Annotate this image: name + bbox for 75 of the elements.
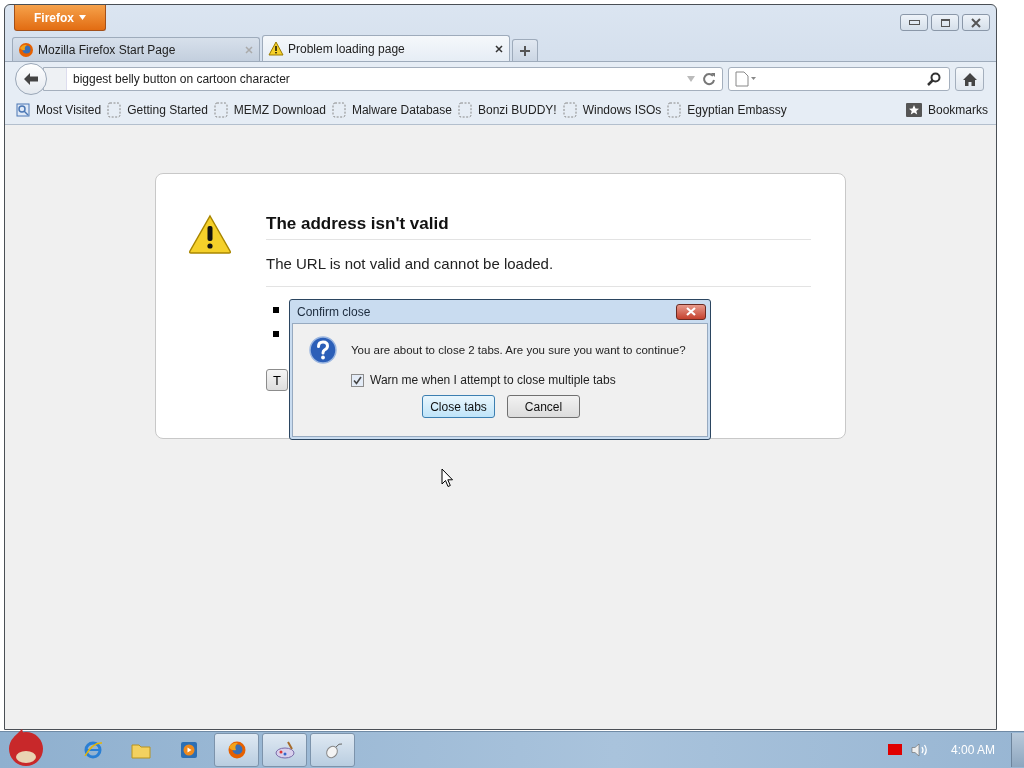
globe-icon	[82, 740, 103, 761]
list-bullet	[273, 331, 279, 337]
taskbar-app-button[interactable]	[262, 733, 307, 768]
palette-icon	[273, 740, 296, 761]
close-button[interactable]	[676, 303, 706, 320]
warning-icon	[268, 41, 284, 56]
bookmark-label: MEMZ Download	[233, 103, 326, 117]
bookmark-label: Bonzi BUDDY!	[477, 103, 557, 117]
bookmark-item[interactable]: Windows ISOs	[562, 102, 662, 118]
tab-title: Problem loading page	[288, 41, 406, 56]
site-identity-icon	[44, 68, 67, 90]
blank-page-icon	[562, 102, 577, 118]
star-icon	[905, 103, 922, 117]
question-icon	[309, 336, 337, 364]
bookmark-item[interactable]: MEMZ Download	[213, 102, 326, 118]
bookmark-item[interactable]: Egyptian Embassy	[667, 102, 787, 118]
bookmark-item[interactable]: Most Visited	[16, 103, 102, 117]
folder-icon	[130, 741, 151, 760]
close-icon[interactable]	[495, 44, 503, 53]
bookmark-label: Malware Database	[351, 103, 452, 117]
tab-title: Mozilla Firefox Start Page	[38, 42, 177, 57]
home-button[interactable]	[955, 67, 984, 91]
firefox-logo-icon	[18, 41, 34, 58]
mouse-cursor-icon	[441, 468, 454, 488]
home-icon	[961, 71, 978, 87]
bookmark-label: Most Visited	[36, 103, 102, 117]
new-tab-button[interactable]	[512, 39, 538, 61]
blank-page-icon	[331, 102, 346, 118]
address-bar[interactable]: biggest belly button on cartoon character	[43, 67, 723, 91]
page-icon[interactable]	[735, 71, 757, 87]
blank-page-icon	[667, 102, 682, 118]
browser-tab[interactable]: Mozilla Firefox Start Page	[12, 37, 260, 61]
bookmark-item[interactable]: Getting Started	[107, 102, 208, 118]
dialog-title: Confirm close	[297, 304, 371, 319]
dialog-button[interactable]: Cancel	[507, 395, 580, 418]
bookmarks-menu-button[interactable]: Bookmarks	[905, 103, 988, 117]
dialog-message: You are about to close 2 tabs. Are you sure you want to continue?	[351, 344, 686, 356]
browser-tab[interactable]: Problem loading page	[262, 35, 510, 61]
dialog-button[interactable]: Close tabs	[422, 395, 495, 418]
plus-icon	[519, 44, 531, 57]
blank-page-icon	[107, 102, 122, 118]
close-icon	[685, 307, 697, 316]
taskbar-app-button[interactable]	[310, 733, 355, 768]
search-field[interactable]	[728, 67, 950, 91]
show-desktop-button[interactable]	[1011, 733, 1024, 768]
list-bullet	[273, 307, 279, 313]
dropdown-arrow-icon	[79, 15, 86, 20]
warning-icon	[188, 214, 232, 254]
close-button[interactable]	[962, 14, 990, 31]
blank-page-icon	[457, 102, 472, 118]
speaker-icon[interactable]	[910, 743, 929, 758]
maximize-button[interactable]	[931, 14, 959, 31]
firefox-logo-icon	[226, 740, 247, 761]
play-icon	[179, 741, 198, 760]
blank-page-icon	[213, 102, 228, 118]
taskbar-app-button[interactable]	[214, 733, 259, 768]
checkbox-label: Warn me when I attempt to close multiple tabs	[370, 373, 616, 387]
bookmark-label: Windows ISOs	[582, 103, 662, 117]
back-button[interactable]	[15, 63, 47, 95]
bookmark-label: Egyptian Embassy	[687, 103, 787, 117]
checkbox[interactable]	[351, 373, 364, 387]
bookmarks-label: Bookmarks	[927, 103, 988, 117]
search-icon[interactable]	[927, 72, 941, 86]
minimize-button[interactable]	[900, 14, 928, 31]
try-again-button[interactable]: T	[266, 369, 288, 391]
bookmark-label: Getting Started	[127, 103, 208, 117]
error-description: The URL is not valid and cannot be loaded.	[266, 255, 811, 287]
bookmark-item[interactable]: Malware Database	[331, 102, 452, 118]
back-arrow-icon	[23, 72, 39, 86]
close-icon	[970, 17, 982, 28]
reload-icon[interactable]	[702, 72, 716, 86]
bookmark-item[interactable]: Bonzi BUDDY!	[457, 102, 557, 118]
search-folder-icon	[16, 103, 30, 117]
flag-icon[interactable]	[887, 744, 902, 757]
error-title: The address isn't valid	[266, 214, 811, 240]
